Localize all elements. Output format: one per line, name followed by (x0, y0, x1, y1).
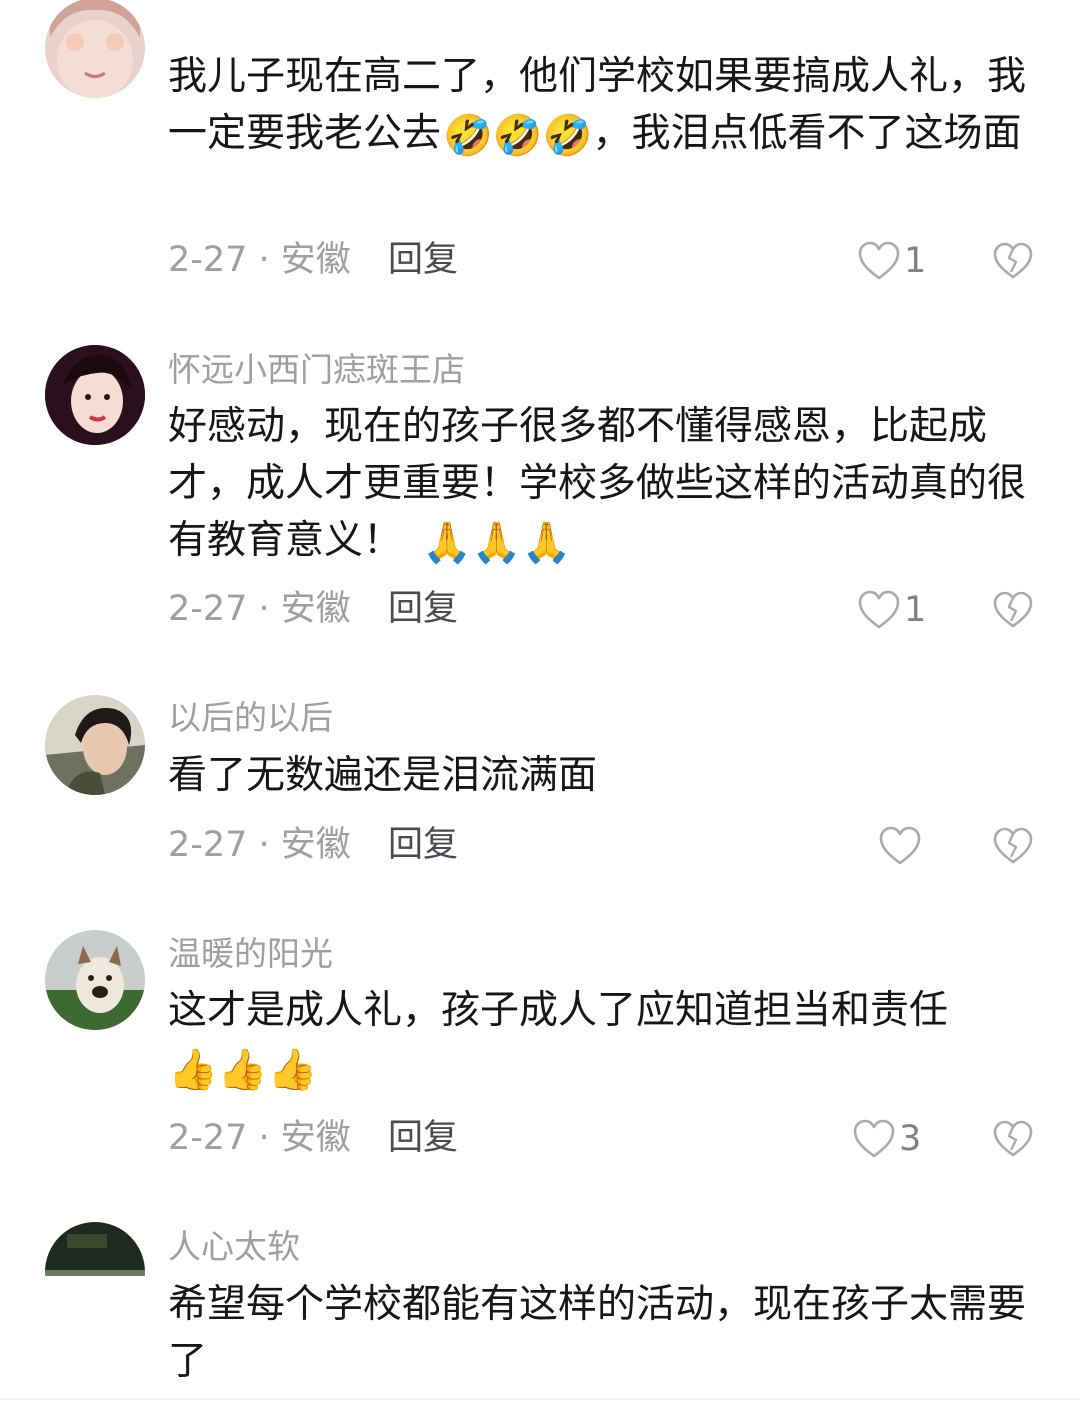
avatar[interactable] (45, 1222, 145, 1322)
like-button[interactable] (878, 826, 922, 866)
comment-username[interactable]: 温暖的阳光 (168, 934, 333, 974)
comment-text: 我儿子现在高二了，他们学校如果要搞成人礼，我一定要我老公去🤣🤣🤣，我泪点低看不了… (168, 48, 1028, 162)
like-button[interactable] (857, 590, 901, 630)
like-count: 1 (904, 241, 927, 281)
comment-text-main: 希望每个学校都能有这样的活动，现在孩子太需要了 (168, 1282, 1027, 1384)
avatar[interactable] (45, 0, 145, 98)
reply-button[interactable]: 回复 (388, 825, 458, 865)
comment-text: 这才是成人礼，孩子成人了应知道担当和责任 👍👍👍 (168, 982, 1028, 1096)
comment-date-location: 2-27 · 安徽 (168, 1118, 351, 1158)
heart-outline-icon (879, 826, 921, 865)
thumbs-up-emoji-icon: 👍👍👍 (168, 1047, 318, 1093)
dislike-button[interactable] (993, 242, 1033, 280)
comment-date-location: 2-27 · 安徽 (168, 825, 351, 865)
pray-emoji-icon: 🙏🙏🙏 (422, 520, 572, 566)
comment-text-main: 好感动，现在的孩子很多都不懂得感恩，比起成才，成人才更重要！学校多做些这样的活动… (168, 404, 1027, 563)
reply-button[interactable]: 回复 (388, 240, 458, 280)
reply-button[interactable]: 回复 (388, 1118, 458, 1158)
like-count: 3 (899, 1119, 922, 1159)
comment-date-location: 2-27 · 安徽 (168, 240, 351, 280)
broken-heart-icon (993, 827, 1033, 864)
heart-outline-icon (853, 1119, 895, 1158)
broken-heart-icon (993, 1120, 1033, 1157)
like-button[interactable] (852, 1119, 896, 1159)
comment-text-main: 看了无数遍还是泪流满面 (168, 753, 598, 798)
comment-date-location: 2-27 · 安徽 (168, 589, 351, 629)
bottom-divider (0, 1398, 1080, 1400)
heart-outline-icon (858, 590, 900, 629)
comment-text-main: 这才是成人礼，孩子成人了应知道担当和责任 (168, 988, 949, 1033)
reply-button[interactable]: 回复 (388, 589, 458, 629)
dislike-button[interactable] (993, 1120, 1033, 1158)
comment-text: 好感动，现在的孩子很多都不懂得感恩，比起成才，成人才更重要！学校多做些这样的活动… (168, 398, 1028, 569)
comment-username[interactable]: 人心太软 (168, 1227, 300, 1267)
like-count: 1 (904, 590, 927, 630)
heart-outline-icon (858, 241, 900, 280)
comment-username[interactable]: 以后的以后 (168, 698, 333, 738)
rofl-emoji-icon: 🤣🤣🤣 (443, 113, 593, 159)
avatar[interactable] (45, 345, 145, 445)
like-button[interactable] (857, 241, 901, 281)
comment-text-tail: ，我泪点低看不了这场面 (592, 111, 1022, 156)
dislike-button[interactable] (993, 827, 1033, 865)
avatar[interactable] (45, 695, 145, 795)
avatar[interactable] (45, 930, 145, 1030)
dislike-button[interactable] (993, 591, 1033, 629)
broken-heart-icon (993, 591, 1033, 628)
comment-username[interactable]: 怀远小西门痣斑王店 (168, 350, 465, 390)
comment-text: 希望每个学校都能有这样的活动，现在孩子太需要了 (168, 1276, 1028, 1390)
broken-heart-icon (993, 242, 1033, 279)
comment-text: 看了无数遍还是泪流满面 (168, 747, 1028, 804)
